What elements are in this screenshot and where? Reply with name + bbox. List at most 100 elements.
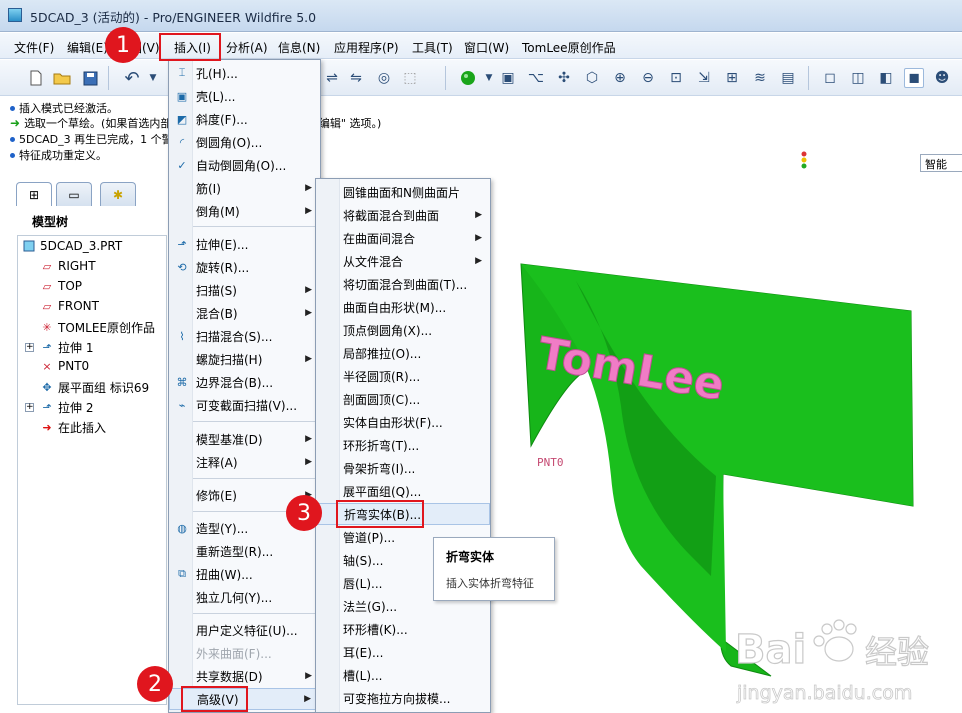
- expand-toggle[interactable]: +: [25, 403, 34, 412]
- menu-item-auto-round[interactable]: ✓ 自动倒圆角(O)...: [169, 154, 320, 176]
- menu-separator: [193, 226, 316, 227]
- menu-item-helical-sweep[interactable]: 螺旋扫描(H) ▶: [169, 348, 320, 370]
- datum-plane-icon: ▱: [42, 299, 52, 313]
- saved-views-icon[interactable]: ⊞: [722, 68, 742, 88]
- regenerate-icon[interactable]: ⇌: [322, 68, 342, 88]
- selection-filter-select[interactable]: 智能: [920, 154, 962, 172]
- user-icon[interactable]: ☻: [932, 68, 952, 88]
- regen-manager-icon[interactable]: ⇋: [346, 68, 366, 88]
- tooltip: 折弯实体 插入实体折弯特征: [433, 537, 555, 601]
- new-file-icon[interactable]: [26, 68, 46, 88]
- menu-item-independent-geometry[interactable]: 独立几何(Y)...: [169, 586, 320, 608]
- folder-browser-tab-icon[interactable]: ▭: [56, 182, 92, 206]
- adv-item[interactable]: 从文件混合 ▶: [316, 250, 490, 272]
- adv-item[interactable]: 耳(E)...: [316, 641, 490, 663]
- menu-item-round[interactable]: ◜ 倒圆角(O)...: [169, 131, 320, 153]
- adv-item[interactable]: 局部推拉(O)...: [316, 342, 490, 364]
- menu-item-hole[interactable]: ⌶ 孔(H)...: [169, 62, 320, 84]
- adv-item[interactable]: 圆锥曲面和N侧曲面片: [316, 181, 490, 203]
- menu-item-sweep[interactable]: 扫描(S) ▶: [169, 279, 320, 301]
- menu-edit[interactable]: 编辑(E): [67, 39, 108, 56]
- adv-item[interactable]: 展平面组(Q)...: [316, 480, 490, 502]
- datum-display-icon[interactable]: ⌥: [526, 68, 546, 88]
- menu-item-restyle[interactable]: 重新造型(R)...: [169, 540, 320, 562]
- menu-item-extrude[interactable]: ⬏ 拉伸(E)...: [169, 233, 320, 255]
- tree-node-csys[interactable]: ✳ TOMLEE原创作品: [40, 319, 155, 336]
- undo-dropdown-icon[interactable]: ▼: [143, 68, 163, 88]
- menu-item-udf[interactable]: 用户定义特征(U)...: [169, 619, 320, 641]
- shading-icon[interactable]: ◼: [904, 68, 924, 88]
- adv-item[interactable]: 可变拖拉方向拔模...: [316, 687, 490, 709]
- tooltip-description: 插入实体折弯特征: [446, 577, 534, 590]
- menu-item-shared-data[interactable]: 共享数据(D) ▶: [169, 665, 320, 687]
- menu-item-chamfer[interactable]: 倒角(M) ▶: [169, 200, 320, 222]
- zoom-out-icon[interactable]: ⊖: [638, 68, 658, 88]
- wireframe-icon[interactable]: ◻: [820, 68, 840, 88]
- menu-applications[interactable]: 应用程序(P): [334, 39, 399, 56]
- adv-item[interactable]: 槽(L)...: [316, 664, 490, 686]
- menu-analysis[interactable]: 分析(A): [226, 39, 268, 56]
- spin-center-icon[interactable]: ✣: [554, 68, 574, 88]
- menu-item-draft[interactable]: ◩ 斜度(F)...: [169, 108, 320, 130]
- model-setup-icon[interactable]: ▣: [498, 68, 518, 88]
- no-hidden-icon[interactable]: ◧: [876, 68, 896, 88]
- tree-node-top[interactable]: ▱ TOP: [40, 279, 82, 293]
- find-binoculars-icon[interactable]: ◎: [374, 68, 394, 88]
- menu-item-revolve[interactable]: ⟲ 旋转(R)...: [169, 256, 320, 278]
- tree-node-pnt0[interactable]: × PNT0: [40, 359, 89, 373]
- appearance-sphere-icon[interactable]: [458, 68, 478, 88]
- adv-item[interactable]: 曲面自由形状(M)...: [316, 296, 490, 318]
- menu-item-var-sweep[interactable]: ⌁ 可变截面扫描(V)...: [169, 394, 320, 416]
- adv-item[interactable]: 环形槽(K)...: [316, 618, 490, 640]
- undo-icon[interactable]: ↶: [122, 68, 142, 89]
- menu-file[interactable]: 文件(F): [14, 39, 54, 56]
- save-icon[interactable]: [80, 68, 100, 88]
- view-manager-icon[interactable]: ▤: [778, 68, 798, 88]
- adv-item[interactable]: 顶点倒圆角(X)...: [316, 319, 490, 341]
- menu-item-annotation[interactable]: 注释(A) ▶: [169, 451, 320, 473]
- menu-info[interactable]: 信息(N): [278, 39, 320, 56]
- select-box-icon[interactable]: ⬚: [400, 68, 420, 88]
- datum-plane-icon: ▱: [42, 279, 52, 293]
- datum-plane-icon: ▱: [42, 259, 52, 273]
- extrude-icon: ⬏: [42, 401, 52, 414]
- menu-item-shell[interactable]: ▣ 壳(L)...: [169, 85, 320, 107]
- favorites-tab-icon[interactable]: ✱: [100, 182, 136, 206]
- adv-item[interactable]: 将截面混合到曲面 ▶: [316, 204, 490, 226]
- menu-item-warp[interactable]: ⧉ 扭曲(W)...: [169, 563, 320, 585]
- open-folder-icon[interactable]: [52, 68, 72, 88]
- reorient-icon[interactable]: ⇲: [694, 68, 714, 88]
- adv-item[interactable]: 将切面混合到曲面(T)...: [316, 273, 490, 295]
- adv-item[interactable]: 剖面圆顶(C)...: [316, 388, 490, 410]
- adv-item[interactable]: 实体自由形状(F)...: [316, 411, 490, 433]
- hidden-line-icon[interactable]: ◫: [848, 68, 868, 88]
- menu-item-swept-blend[interactable]: ⌇ 扫描混合(S)...: [169, 325, 320, 347]
- zoom-in-icon[interactable]: ⊕: [610, 68, 630, 88]
- style-icon: ◍: [177, 521, 187, 535]
- adv-item[interactable]: 环形折弯(T)...: [316, 434, 490, 456]
- menu-window[interactable]: 窗口(W): [464, 39, 509, 56]
- tree-node-right[interactable]: ▱ RIGHT: [40, 259, 96, 273]
- orient-icon[interactable]: ⬡: [582, 68, 602, 88]
- layers-icon[interactable]: ≋: [750, 68, 770, 88]
- adv-item[interactable]: 在曲面间混合 ▶: [316, 227, 490, 249]
- tree-node-front[interactable]: ▱ FRONT: [40, 299, 99, 313]
- menu-item-blend[interactable]: 混合(B) ▶: [169, 302, 320, 324]
- tree-node-flatten-quilt[interactable]: ✥ 展平面组 标识69: [40, 379, 149, 396]
- menu-item-boundary-blend[interactable]: ⌘ 边界混合(B)...: [169, 371, 320, 393]
- menu-item-rib[interactable]: 筋(I) ▶: [169, 177, 320, 199]
- extrude-icon: ⬏: [177, 237, 187, 251]
- model-tree-tab-icon[interactable]: ⊞: [16, 182, 52, 206]
- tree-node-extrude-2[interactable]: ⬏ 拉伸 2: [40, 399, 93, 416]
- tree-node-extrude-1[interactable]: ⬏ 拉伸 1: [40, 339, 93, 356]
- tree-node-part[interactable]: 5DCAD_3.PRT: [22, 239, 122, 253]
- menu-tools[interactable]: 工具(T): [412, 39, 453, 56]
- tree-node-insert-here[interactable]: ➜ 在此插入: [40, 419, 106, 436]
- menu-tomlee[interactable]: TomLee原创作品: [522, 39, 616, 56]
- menu-item-model-datum[interactable]: 模型基准(D) ▶: [169, 428, 320, 450]
- adv-item[interactable]: 半径圆顶(R)...: [316, 365, 490, 387]
- appearance-dropdown-icon[interactable]: ▼: [479, 68, 499, 88]
- refit-icon[interactable]: ⊡: [666, 68, 686, 88]
- adv-item[interactable]: 骨架折弯(I)...: [316, 457, 490, 479]
- expand-toggle[interactable]: +: [25, 343, 34, 352]
